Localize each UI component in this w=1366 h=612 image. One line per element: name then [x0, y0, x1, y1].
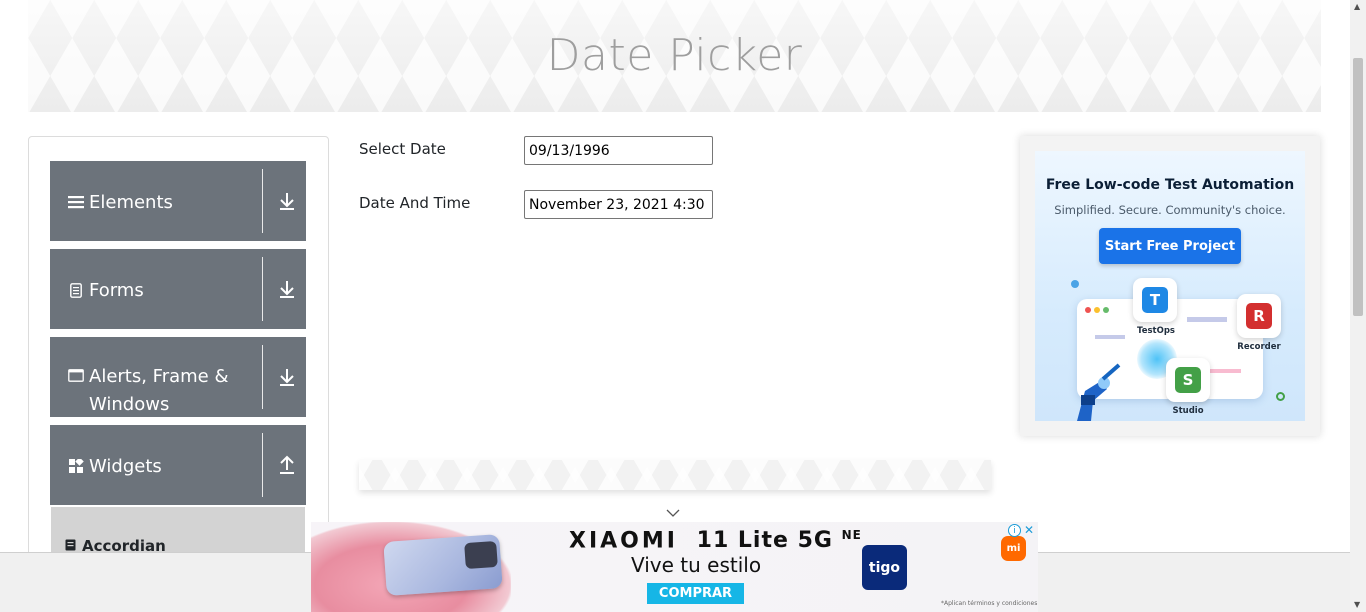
scrollbar[interactable]: ▲ ▼ [1350, 0, 1366, 612]
sidebar-group-label-line2: Windows [89, 394, 170, 415]
ad-right-cta-button[interactable]: Start Free Project [1099, 228, 1241, 264]
ad-info-icon[interactable]: i [1008, 524, 1021, 537]
ad-fineprint: *Aplican términos y condiciones [941, 600, 1038, 607]
ad-right[interactable]: Free Low-code Test Automation Simplified… [1035, 151, 1305, 421]
ad-right-subtitle: Simplified. Secure. Community's choice. [1054, 203, 1286, 217]
divider [262, 345, 263, 409]
window-icon [67, 369, 85, 382]
ad-right-frame: Free Low-code Test Automation Simplified… [1020, 136, 1320, 436]
phone-camera [464, 540, 498, 570]
window-dot [1085, 307, 1091, 313]
sidebar-group-label: Forms [89, 280, 144, 301]
ad-model-suffix: NE [841, 528, 862, 542]
divider [262, 169, 263, 233]
sidebar-group-label: Alerts, Frame & [89, 366, 229, 387]
download-arrow-icon[interactable] [276, 279, 298, 301]
ad-model: 11 Lite 5G [696, 528, 833, 554]
sidebar-group-forms[interactable]: Forms [50, 249, 306, 329]
group-header: Elements [67, 161, 262, 241]
sidebar-group-elements[interactable]: Elements [50, 161, 306, 241]
patterned-strip [359, 460, 991, 490]
ad-bottom[interactable]: XIAOMI 11 Lite 5G NE Vive tu estilo COMP… [311, 522, 1038, 612]
robot-arm-icon [1077, 363, 1121, 421]
divider [262, 433, 263, 497]
studio-logo-icon: S [1166, 358, 1210, 402]
hamburger-icon [67, 195, 85, 209]
testops-logo-icon: T [1133, 278, 1177, 322]
decor-dot [1276, 392, 1285, 401]
testops-label: TestOps [1137, 326, 1175, 336]
divider [262, 257, 263, 321]
group-header: Widgets [67, 425, 262, 505]
date-and-time-label: Date And Time [359, 194, 471, 212]
chevron-down-icon[interactable] [666, 505, 680, 521]
ad-brand: XIAOMI [569, 528, 678, 554]
upload-arrow-icon[interactable] [276, 455, 298, 477]
placeholder-bar [1095, 335, 1125, 339]
download-arrow-icon[interactable] [276, 367, 298, 389]
window-dot [1094, 307, 1100, 313]
placeholder-bar [1187, 317, 1227, 322]
mi-logo: mi [1001, 536, 1026, 561]
select-date-input[interactable] [524, 136, 713, 165]
group-header: Forms [67, 249, 262, 329]
recorder-label: Recorder [1237, 342, 1281, 352]
recorder-logo-icon: R [1237, 294, 1281, 338]
header-banner: Date Picker [28, 0, 1321, 112]
ad-bottom-tagline: Vive tu estilo [631, 553, 762, 577]
page: Date Picker Elements Forms Alerts, Frame… [0, 0, 1366, 612]
sidebar-group-label: Elements [89, 192, 173, 213]
widgets-icon [67, 459, 85, 474]
sidebar-group-label: Widgets [89, 456, 162, 477]
scroll-up-arrow-icon[interactable]: ▲ [1354, 2, 1360, 11]
select-date-label: Select Date [359, 140, 446, 158]
date-and-time-input[interactable] [524, 190, 713, 219]
studio-label: Studio [1172, 406, 1204, 416]
sidebar-group-widgets[interactable]: Widgets [50, 425, 306, 505]
ad-close-icon[interactable]: ✕ [1024, 523, 1034, 537]
sidebar-group-alerts[interactable]: Alerts, Frame & Windows [50, 337, 306, 417]
group-header: Alerts, Frame & Windows [67, 337, 262, 417]
ad-bottom-buy-button[interactable]: COMPRAR [647, 583, 744, 604]
scroll-down-arrow-icon[interactable]: ▼ [1354, 600, 1360, 609]
document-icon [67, 283, 85, 298]
scrollbar-thumb[interactable] [1353, 58, 1363, 316]
ad-right-title: Free Low-code Test Automation [1045, 177, 1295, 193]
carrier-logo: tigo [862, 545, 907, 590]
ad-bottom-headline: XIAOMI 11 Lite 5G NE [569, 528, 862, 553]
download-arrow-icon[interactable] [276, 191, 298, 213]
window-dot [1103, 307, 1109, 313]
decor-dot [1071, 280, 1079, 288]
left-panel: Elements Forms Alerts, Frame & Windows W… [28, 136, 329, 576]
page-title: Date Picker [546, 29, 803, 81]
